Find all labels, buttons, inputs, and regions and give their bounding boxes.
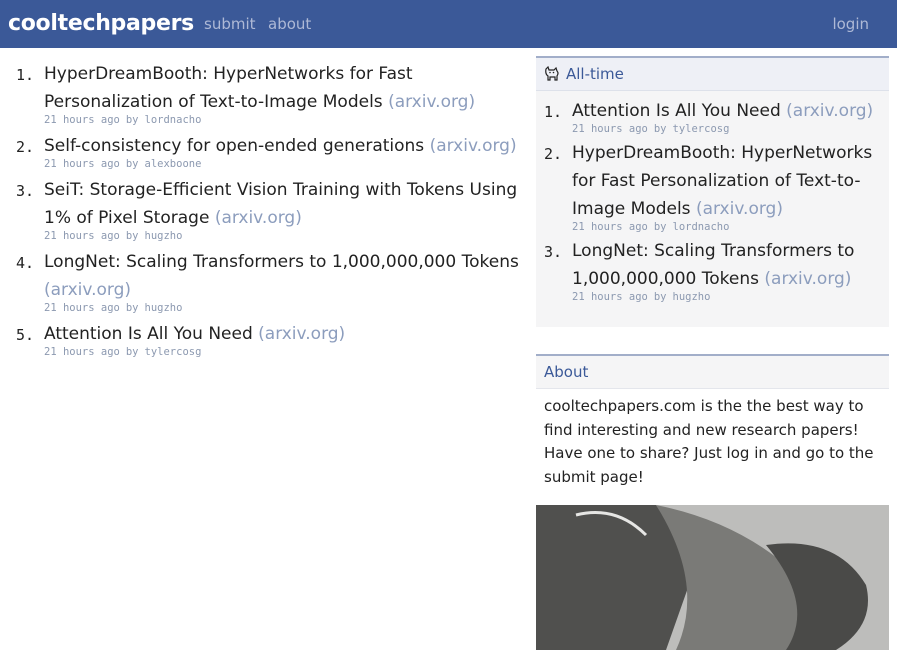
item-user-link[interactable]: tylercosg: [145, 346, 202, 358]
item-time: 21 hours ago: [44, 158, 120, 170]
item-rank: 1.: [16, 66, 35, 84]
all-time-title[interactable]: All-time: [566, 65, 624, 83]
item-user-link[interactable]: hugzho: [673, 291, 711, 303]
list-item: 2. HyperDreamBooth: HyperNetworks for Fa…: [536, 139, 889, 234]
item-time: 21 hours ago: [44, 302, 120, 314]
item-rank: 1.: [544, 103, 563, 121]
paper-list: 1. HyperDreamBooth: HyperNetworks for Fa…: [0, 60, 520, 364]
list-item: 1. HyperDreamBooth: HyperNetworks for Fa…: [0, 60, 520, 127]
list-item: 5. Attention Is All You Need (arxiv.org)…: [0, 320, 520, 359]
item-by: by: [653, 221, 667, 233]
domain-link[interactable]: (arxiv.org): [696, 199, 783, 219]
item-by: by: [125, 346, 139, 358]
domain-link[interactable]: (arxiv.org): [258, 324, 345, 344]
item-rank: 3.: [544, 243, 563, 261]
about-link[interactable]: about: [268, 15, 311, 33]
paper-title-link[interactable]: Attention Is All You Need: [572, 101, 781, 121]
item-rank: 2.: [16, 138, 35, 156]
paper-title-link[interactable]: Self-consistency for open-ended generati…: [44, 136, 424, 156]
item-time: 21 hours ago: [44, 346, 120, 358]
item-time: 21 hours ago: [572, 291, 648, 303]
item-by: by: [125, 114, 139, 126]
about-header: About: [536, 354, 889, 389]
paper-title-link[interactable]: HyperDreamBooth: HyperNetworks for Fast …: [44, 64, 413, 112]
all-time-header: All-time: [536, 56, 889, 91]
item-user-link[interactable]: tylercosg: [673, 123, 730, 135]
list-item: 1. Attention Is All You Need (arxiv.org)…: [536, 97, 889, 136]
item-rank: 4.: [16, 254, 35, 272]
item-by: by: [653, 291, 667, 303]
site-logo[interactable]: cooltechpapers: [8, 11, 194, 36]
item-rank: 2.: [544, 145, 563, 163]
top-navigation-bar: cooltechpapers submit about login: [0, 0, 897, 48]
item-user-link[interactable]: alexboone: [145, 158, 202, 170]
domain-link[interactable]: (arxiv.org): [388, 92, 475, 112]
item-by: by: [125, 230, 139, 242]
domain-link[interactable]: (arxiv.org): [215, 208, 302, 228]
list-item: 3. SeiT: Storage-Efficient Vision Traini…: [0, 176, 520, 243]
list-item: 3. LongNet: Scaling Transformers to 1,00…: [536, 237, 889, 304]
sidebar-photo: [536, 505, 889, 650]
domain-link[interactable]: (arxiv.org): [430, 136, 517, 156]
paper-title-link[interactable]: Attention Is All You Need: [44, 324, 253, 344]
submit-link[interactable]: submit: [204, 15, 256, 33]
item-user-link[interactable]: hugzho: [145, 230, 183, 242]
item-time: 21 hours ago: [572, 221, 648, 233]
item-time: 21 hours ago: [44, 114, 120, 126]
cat-icon: [544, 65, 560, 82]
all-time-panel: All-time 1. Attention Is All You Need (a…: [536, 56, 889, 327]
paper-title-link[interactable]: LongNet: Scaling Transformers to 1,000,0…: [44, 252, 519, 272]
item-by: by: [125, 302, 139, 314]
list-item: 4. LongNet: Scaling Transformers to 1,00…: [0, 248, 520, 315]
item-user-link[interactable]: lordnacho: [673, 221, 730, 233]
item-rank: 3.: [16, 182, 35, 200]
domain-link[interactable]: (arxiv.org): [764, 269, 851, 289]
domain-link[interactable]: (arxiv.org): [786, 101, 873, 121]
item-time: 21 hours ago: [44, 230, 120, 242]
item-by: by: [653, 123, 667, 135]
about-text: cooltechpapers.com is the the best way t…: [544, 397, 874, 486]
login-link[interactable]: login: [832, 15, 869, 33]
about-panel: About cooltechpapers.com is the the best…: [536, 354, 889, 489]
item-rank: 5.: [16, 326, 35, 344]
list-item: 2. Self-consistency for open-ended gener…: [0, 132, 520, 171]
item-user-link[interactable]: hugzho: [145, 302, 183, 314]
item-user-link[interactable]: lordnacho: [145, 114, 202, 126]
item-by: by: [125, 158, 139, 170]
item-time: 21 hours ago: [572, 123, 648, 135]
domain-link[interactable]: (arxiv.org): [44, 280, 131, 300]
